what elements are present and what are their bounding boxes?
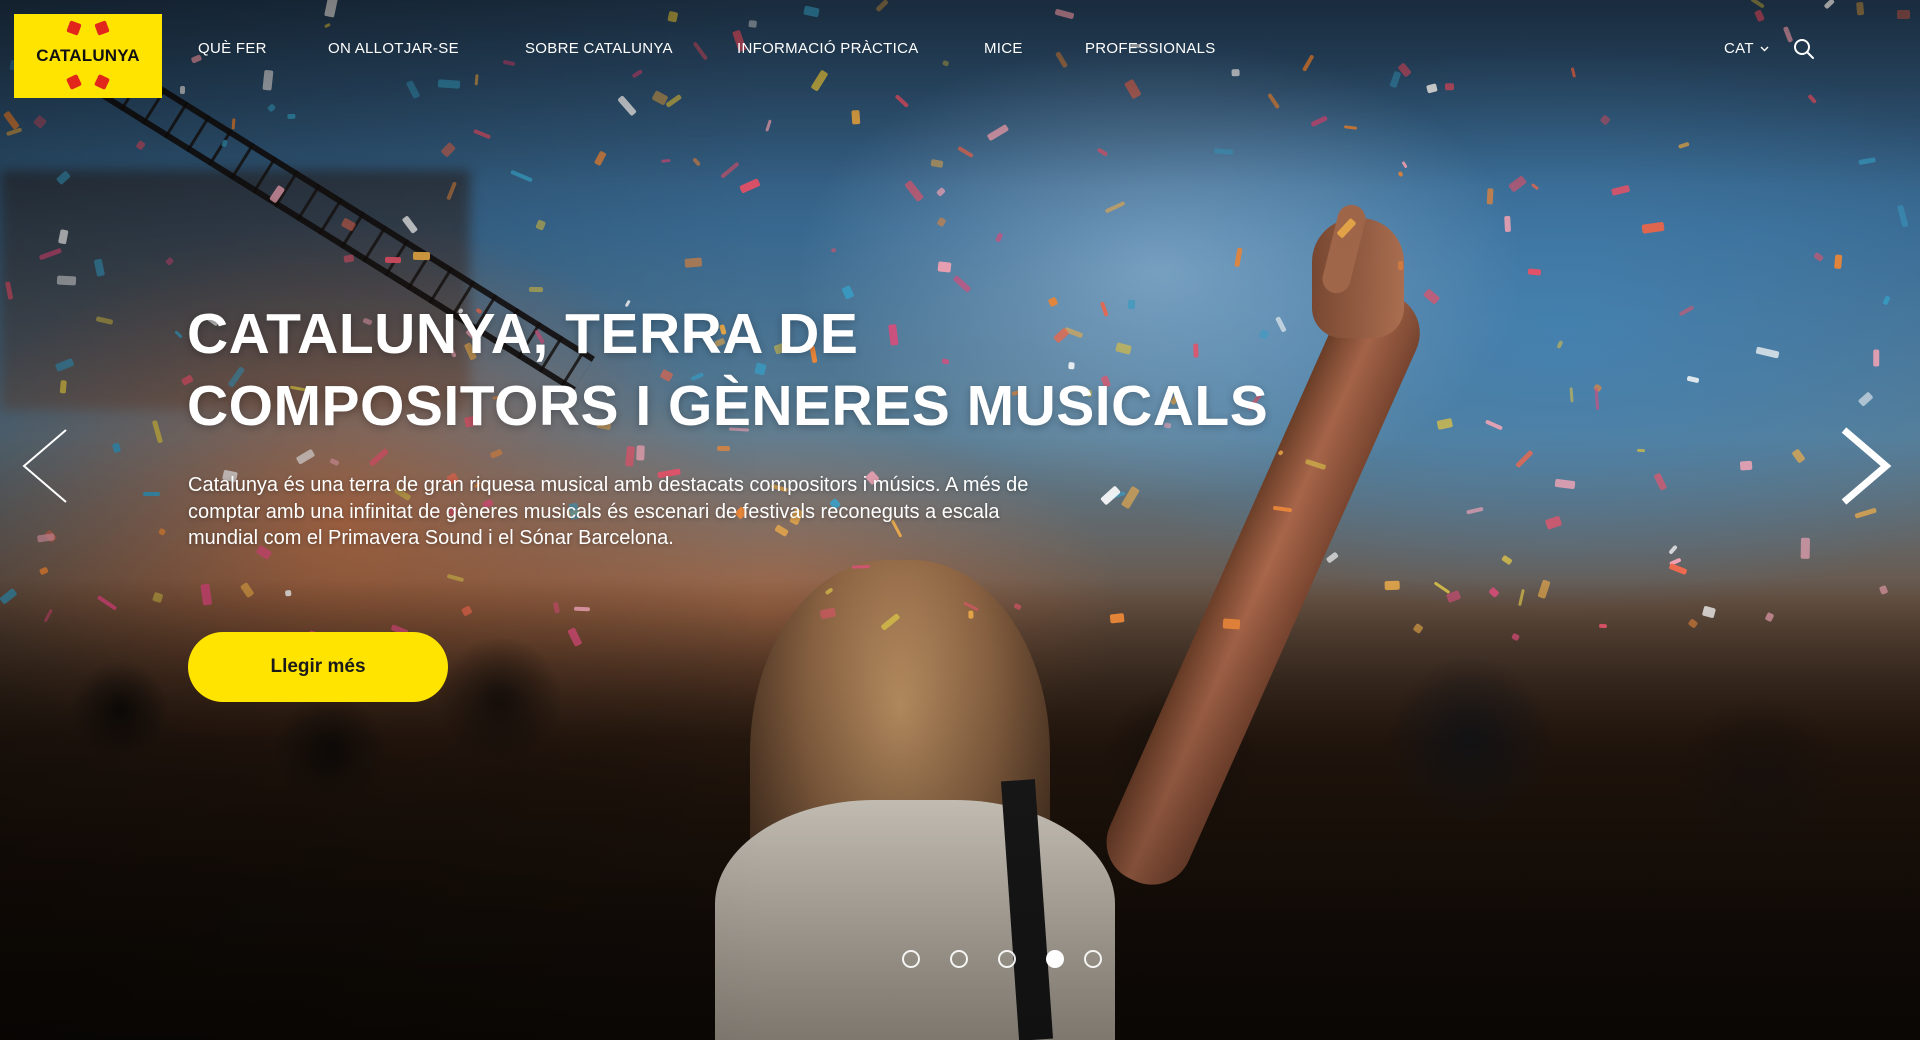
nav-item-mice[interactable]: MICE [984,40,1023,57]
nav-item-on-allotjar-se[interactable]: ON ALLOTJAR-SE [328,40,459,57]
logo-text: CATALUNYA [36,46,140,65]
carousel-dot[interactable] [998,950,1016,968]
logo-mark [66,20,82,36]
catalunya-logo[interactable]: CATALUNYA [14,14,162,98]
nav-item-sobre-catalunya[interactable]: SOBRE CATALUNYA [525,40,673,57]
carousel-dot[interactable] [1046,950,1064,968]
logo-mark [94,20,110,36]
chevron-down-icon [1760,46,1769,51]
hero-title-line-1: CATALUNYA, TERRA DE [187,302,859,366]
nav-item-que-fer[interactable]: QUÈ FER [198,40,267,57]
language-label: CAT [1724,40,1754,57]
read-more-button[interactable]: Llegir més [188,632,448,702]
chevron-left-icon[interactable] [18,426,78,506]
logo-mark [66,74,82,90]
carousel-dot[interactable] [950,950,968,968]
nav-item-professionals[interactable]: PROFESSIONALS [1085,40,1216,57]
chevron-right-icon[interactable] [1836,426,1896,506]
nav-item-informacio-practica[interactable]: INFORMACIÓ PRÀCTICA [737,40,919,57]
carousel-dot[interactable] [902,950,920,968]
carousel-dot[interactable] [1084,950,1102,968]
hero-description: Catalunya és una terra de gran riquesa m… [188,474,1029,549]
hero-title: CATALUNYA, TERRA DE COMPOSITORS I GÈNERE… [187,298,1387,442]
search-icon[interactable] [1793,38,1815,60]
hero-title-line-2: COMPOSITORS I GÈNERES MUSICALS [187,374,1269,438]
logo-mark [94,74,110,90]
language-selector[interactable]: CAT [1724,40,1769,57]
